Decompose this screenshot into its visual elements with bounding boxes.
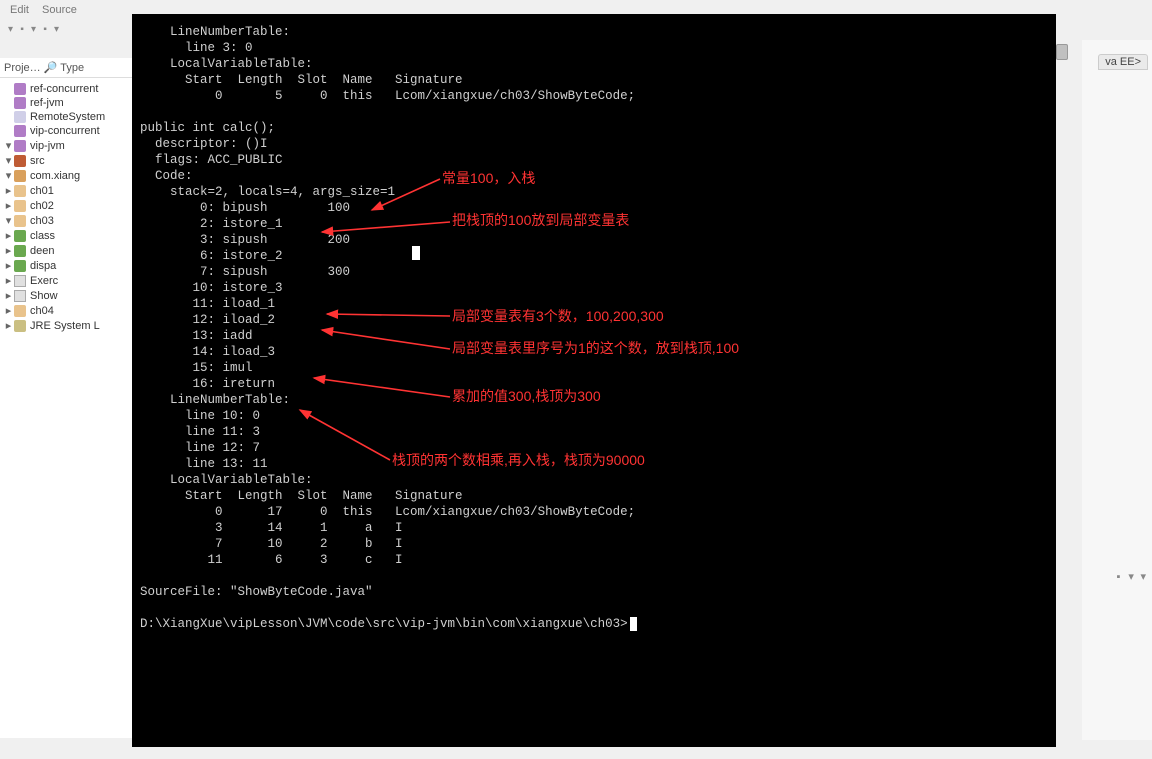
tree-item-class[interactable]: ▸ class (0, 228, 132, 243)
twist-icon[interactable]: ▾ (4, 139, 13, 152)
tree-item-ch01[interactable]: ▸ ch01 (0, 183, 132, 198)
twist-icon[interactable]: ▸ (4, 229, 13, 242)
file-icon (14, 275, 26, 287)
twist-icon[interactable]: ▾ (4, 214, 13, 227)
proj-icon (14, 83, 26, 95)
tree-item-label: vip-concurrent (30, 125, 100, 137)
tree-item-ch03[interactable]: ▾ ch03 (0, 213, 132, 228)
pkgc-icon (14, 215, 26, 227)
tree-item-ref-concurrent[interactable]: ref-concurrent (0, 82, 132, 96)
ide-right-panel: va EE> ▪ ▾ ▾ (1082, 40, 1152, 740)
tree-item-label: deen (30, 245, 54, 257)
annotation-iadd: 累加的值300,栈顶为300 (452, 388, 601, 404)
tree-item-label: Show (30, 290, 58, 302)
text-caret-icon (412, 246, 420, 260)
tree-item-jre-system-l[interactable]: ▸ JRE System L (0, 318, 132, 333)
tree-item-vip-concurrent[interactable]: vip-concurrent (0, 124, 132, 138)
prompt-path: D:\XiangXue\vipLesson\JVM\code\src\vip-j… (140, 617, 628, 631)
tree-item-show[interactable]: ▸ Show (0, 288, 132, 303)
tree-item-label: com.xiang (30, 170, 80, 182)
tree-item-label: ch01 (30, 185, 54, 197)
twist-icon[interactable]: ▾ (4, 169, 13, 182)
twist-icon[interactable]: ▸ (4, 259, 13, 272)
tree-item-dispa[interactable]: ▸ dispa (0, 258, 132, 273)
cls-icon (14, 230, 26, 242)
pkg-icon (14, 170, 26, 182)
cursor-icon (630, 617, 637, 631)
tree-item-label: ref-jvm (30, 97, 64, 109)
tree-item-label: ch02 (30, 200, 54, 212)
annotation-three-locals: 局部变量表有3个数，100,200,300 (452, 308, 664, 324)
twist-icon[interactable]: ▸ (4, 274, 13, 287)
twist-icon[interactable]: ▸ (4, 199, 13, 212)
projc-icon (14, 111, 26, 123)
file-icon (14, 290, 26, 302)
pkgc-icon (14, 185, 26, 197)
tree-item-vip-jvm[interactable]: ▾ vip-jvm (0, 138, 132, 153)
tree-item-label: Exerc (30, 275, 58, 287)
tree-item-label: ch04 (30, 305, 54, 317)
tree-item-com-xiang[interactable]: ▾ com.xiang (0, 168, 132, 183)
jre-icon (14, 320, 26, 332)
cls-icon (14, 260, 26, 272)
ide-toolbar[interactable]: ▾ ▪ ▾ ▪ ▾ (0, 22, 146, 44)
pkgc-icon (14, 200, 26, 212)
bytecode-output: LineNumberTable: line 3: 0 LocalVariable… (140, 25, 635, 599)
annotation-iload1: 局部变量表里序号为1的这个数，放到栈顶,100 (452, 340, 739, 356)
terminal[interactable]: LineNumberTable: line 3: 0 LocalVariable… (132, 14, 1070, 747)
tree-item-ref-jvm[interactable]: ref-jvm (0, 96, 132, 110)
tree-item-label: src (30, 155, 45, 167)
proj-icon (14, 125, 26, 137)
project-explorer-heading: Proje… 🔎 Type (0, 58, 132, 78)
tree-item-label: vip-jvm (30, 140, 65, 152)
twist-icon[interactable]: ▸ (4, 244, 13, 257)
proj-icon (14, 97, 26, 109)
tree-item-ch04[interactable]: ▸ ch04 (0, 303, 132, 318)
menu-edit[interactable]: Edit (10, 4, 29, 16)
tree-item-remotesystem[interactable]: RemoteSystem (0, 110, 132, 124)
twist-icon[interactable]: ▾ (4, 154, 13, 167)
tree-item-deen[interactable]: ▸ deen (0, 243, 132, 258)
proj-icon (14, 140, 26, 152)
twist-icon[interactable]: ▸ (4, 304, 13, 317)
twist-icon[interactable]: ▸ (4, 319, 13, 332)
src-icon (14, 155, 26, 167)
tree-item-exerc[interactable]: ▸ Exerc (0, 273, 132, 288)
annotation-store-local: 把栈顶的100放到局部变量表 (452, 212, 629, 228)
annotation-const100: 常量100，入栈 (442, 170, 535, 186)
menu-source[interactable]: Source (42, 4, 77, 16)
tree-item-label: class (30, 230, 55, 242)
tree-item-label: RemoteSystem (30, 111, 105, 123)
tree-item-label: ref-concurrent (30, 83, 98, 95)
tree-item-label: dispa (30, 260, 56, 272)
pkgc-icon (14, 305, 26, 317)
annotation-imul: 栈顶的两个数相乘,再入栈，栈顶为90000 (392, 452, 645, 468)
perspective-tab[interactable]: va EE> (1098, 54, 1148, 70)
scrollbar-thumb[interactable] (1056, 44, 1068, 60)
terminal-content: LineNumberTable: line 3: 0 LocalVariable… (132, 14, 1070, 747)
tree-item-label: JRE System L (30, 320, 100, 332)
project-explorer[interactable]: Proje… 🔎 Type ref-concurrent ref-jvm Remot… (0, 58, 132, 738)
tree-item-label: ch03 (30, 215, 54, 227)
cls-icon (14, 245, 26, 257)
twist-icon[interactable]: ▸ (4, 184, 13, 197)
project-tree[interactable]: ref-concurrent ref-jvm RemoteSystem vip-con… (0, 82, 132, 333)
tree-item-src[interactable]: ▾ src (0, 153, 132, 168)
twist-icon[interactable]: ▸ (4, 289, 13, 302)
tree-item-ch02[interactable]: ▸ ch02 (0, 198, 132, 213)
panel-indicator: ▪ ▾ ▾ (1115, 570, 1146, 584)
